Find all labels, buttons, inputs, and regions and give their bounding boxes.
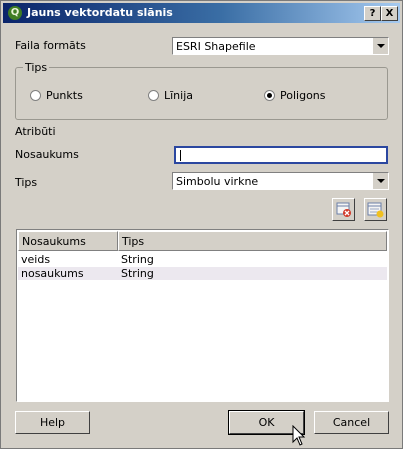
attribute-name-input[interactable] bbox=[174, 146, 388, 164]
help-title-button[interactable]: ? bbox=[364, 6, 381, 21]
add-attribute-button[interactable] bbox=[364, 198, 387, 221]
title-bar[interactable]: Q Jauns vektordatu slānis ? X bbox=[3, 3, 400, 23]
cell-name: nosaukums bbox=[21, 267, 84, 280]
table-row[interactable]: veids String bbox=[18, 253, 387, 266]
qgis-app-icon: Q bbox=[8, 6, 22, 20]
file-format-select[interactable]: ESRI Shapefile bbox=[172, 37, 389, 55]
radio-polygon-label[interactable]: Poligons bbox=[280, 89, 326, 102]
chevron-down-icon[interactable] bbox=[372, 38, 388, 54]
chevron-down-icon[interactable] bbox=[372, 173, 388, 189]
cell-name: veids bbox=[21, 253, 51, 266]
close-title-button[interactable]: X bbox=[381, 6, 398, 21]
radio-point[interactable] bbox=[30, 90, 41, 101]
radio-point-label[interactable]: Punkts bbox=[46, 89, 83, 102]
attribute-type-select[interactable]: Simbolu virkne bbox=[172, 172, 389, 190]
text-caret bbox=[180, 150, 181, 161]
attributes-section-label: Atribūti bbox=[15, 125, 56, 138]
attributes-table[interactable]: Nosaukums Tips veids String nosaukums St… bbox=[16, 229, 389, 402]
table-row[interactable]: nosaukums String bbox=[18, 267, 387, 280]
radio-line[interactable] bbox=[148, 90, 159, 101]
attribute-type-value: Simbolu virkne bbox=[176, 175, 259, 188]
column-header-type[interactable]: Tips bbox=[118, 231, 387, 251]
cancel-button[interactable]: Cancel bbox=[314, 411, 389, 434]
help-button[interactable]: Help bbox=[15, 411, 90, 434]
radio-line-label[interactable]: Līnija bbox=[164, 89, 193, 102]
delete-attribute-icon bbox=[336, 202, 351, 217]
cell-type: String bbox=[121, 267, 154, 280]
mouse-cursor-icon bbox=[292, 425, 306, 446]
attribute-type-label: Tips bbox=[15, 176, 38, 189]
attribute-name-label: Nosaukums bbox=[15, 148, 79, 161]
file-format-value: ESRI Shapefile bbox=[176, 40, 256, 53]
dialog-window: Q Jauns vektordatu slānis ? X Faila form… bbox=[0, 0, 403, 449]
cell-type: String bbox=[121, 253, 154, 266]
add-attribute-icon bbox=[367, 202, 384, 218]
radio-polygon[interactable] bbox=[264, 90, 275, 101]
file-format-label: Faila formāts bbox=[15, 39, 86, 52]
geometry-type-legend: Tips bbox=[23, 61, 50, 74]
window-title: Jauns vektordatu slānis bbox=[27, 6, 173, 19]
column-header-name[interactable]: Nosaukums bbox=[18, 231, 118, 251]
remove-attribute-button[interactable] bbox=[332, 198, 355, 221]
